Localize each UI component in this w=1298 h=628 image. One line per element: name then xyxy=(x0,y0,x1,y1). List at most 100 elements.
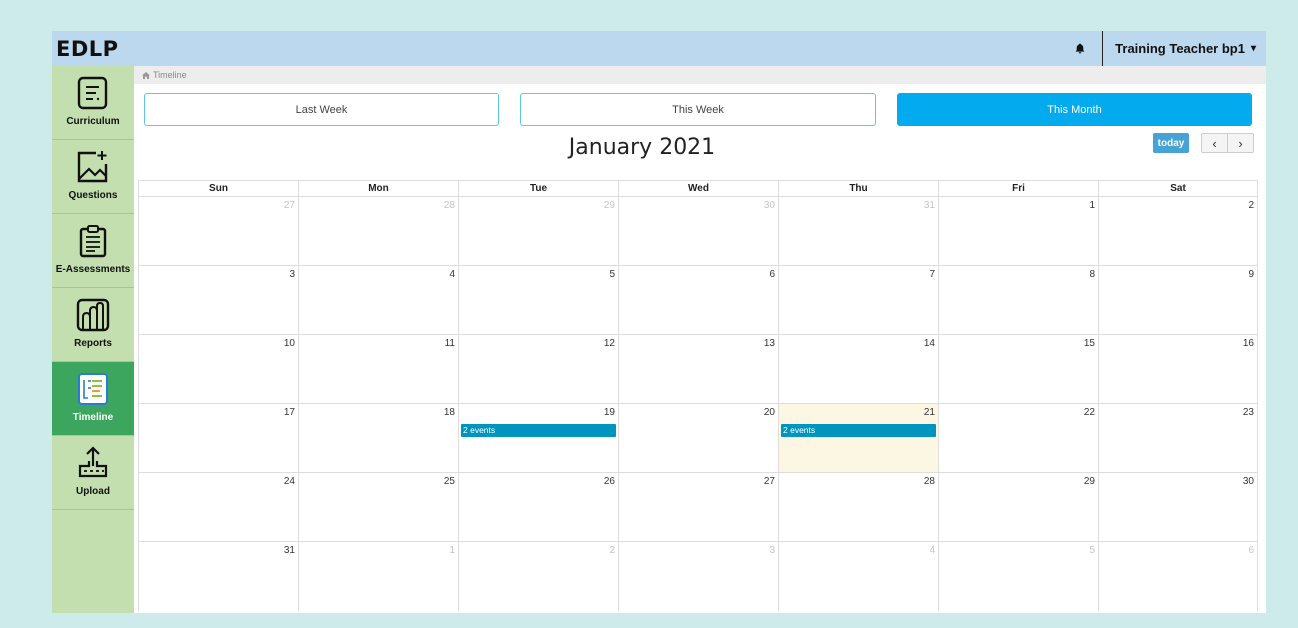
calendar-day-cell[interactable]: 5 xyxy=(458,266,618,334)
calendar-day-cell[interactable]: 13 xyxy=(618,335,778,403)
calendar-day-cell[interactable]: 25 xyxy=(298,473,458,541)
calendar-day-cell[interactable]: 26 xyxy=(458,473,618,541)
calendar-day-cell[interactable]: 31 xyxy=(138,542,298,611)
day-number[interactable]: 21 xyxy=(924,407,935,418)
calendar-day-cell[interactable]: 6 xyxy=(618,266,778,334)
calendar-day-cell[interactable]: 31 xyxy=(778,197,938,265)
sidebar-item-e-assessments[interactable]: E-Assessments xyxy=(52,214,134,288)
calendar-day-cell[interactable]: 10 xyxy=(138,335,298,403)
day-number[interactable]: 17 xyxy=(284,407,295,418)
calendar-day-cell[interactable]: 9 xyxy=(1098,266,1258,334)
sidebar-item-reports[interactable]: Reports xyxy=(52,288,134,362)
day-number[interactable]: 28 xyxy=(444,200,455,211)
bell-icon[interactable] xyxy=(1058,31,1102,66)
calendar-day-cell[interactable]: 3 xyxy=(138,266,298,334)
last-week-button[interactable]: Last Week xyxy=(144,93,499,126)
calendar-day-cell[interactable]: 19 2 events xyxy=(458,404,618,472)
calendar-day-cell[interactable]: 23 xyxy=(1098,404,1258,472)
home-icon[interactable] xyxy=(142,71,150,79)
calendar-day-cell[interactable]: 5 xyxy=(938,542,1098,611)
day-number[interactable]: 10 xyxy=(284,338,295,349)
calendar-day-cell[interactable]: 27 xyxy=(138,197,298,265)
day-number[interactable]: 1 xyxy=(1089,200,1095,211)
calendar-day-cell[interactable]: 28 xyxy=(298,197,458,265)
day-number[interactable]: 1 xyxy=(449,545,455,556)
day-number[interactable]: 27 xyxy=(764,476,775,487)
day-number[interactable]: 31 xyxy=(284,545,295,556)
day-number[interactable]: 28 xyxy=(924,476,935,487)
sidebar-item-questions[interactable]: Questions xyxy=(52,140,134,214)
user-menu[interactable]: Training Teacher bp1 ▾ xyxy=(1102,31,1266,66)
sidebar-item-upload[interactable]: Upload xyxy=(52,436,134,510)
calendar-day-cell[interactable]: 4 xyxy=(778,542,938,611)
calendar-day-cell[interactable]: 16 xyxy=(1098,335,1258,403)
today-button[interactable]: today xyxy=(1153,133,1189,153)
calendar-day-cell[interactable]: 28 xyxy=(778,473,938,541)
calendar-day-cell[interactable]: 8 xyxy=(938,266,1098,334)
sidebar-item-timeline[interactable]: Timeline xyxy=(52,362,134,436)
this-week-button[interactable]: This Week xyxy=(520,93,876,126)
day-number[interactable]: 23 xyxy=(1243,407,1254,418)
next-month-button[interactable]: › xyxy=(1227,133,1254,153)
day-number[interactable]: 18 xyxy=(444,407,455,418)
calendar-day-cell[interactable]: 29 xyxy=(458,197,618,265)
day-number[interactable]: 13 xyxy=(764,338,775,349)
this-month-button[interactable]: This Month xyxy=(897,93,1252,126)
calendar-day-cell[interactable]: 22 xyxy=(938,404,1098,472)
calendar-day-cell[interactable]: 7 xyxy=(778,266,938,334)
calendar-day-cell[interactable]: 2 xyxy=(458,542,618,611)
day-number[interactable]: 30 xyxy=(764,200,775,211)
calendar-day-cell[interactable]: 30 xyxy=(1098,473,1258,541)
day-number[interactable]: 6 xyxy=(1248,545,1254,556)
day-number[interactable]: 24 xyxy=(284,476,295,487)
day-number[interactable]: 12 xyxy=(604,338,615,349)
breadcrumb-label[interactable]: Timeline xyxy=(153,70,187,80)
calendar-day-cell[interactable]: 30 xyxy=(618,197,778,265)
day-number[interactable]: 19 xyxy=(604,407,615,418)
app-logo[interactable]: EDLP xyxy=(56,37,119,61)
calendar-day-cell[interactable]: 1 xyxy=(298,542,458,611)
calendar-day-cell[interactable]: 17 xyxy=(138,404,298,472)
calendar-day-cell[interactable]: 20 xyxy=(618,404,778,472)
calendar-day-cell[interactable]: 4 xyxy=(298,266,458,334)
day-number[interactable]: 14 xyxy=(924,338,935,349)
calendar-day-cell[interactable]: 18 xyxy=(298,404,458,472)
calendar-day-cell[interactable]: 1 xyxy=(938,197,1098,265)
day-number[interactable]: 7 xyxy=(929,269,935,280)
day-number[interactable]: 6 xyxy=(769,269,775,280)
day-number[interactable]: 2 xyxy=(609,545,615,556)
day-number[interactable]: 11 xyxy=(445,338,455,349)
calendar-day-cell[interactable]: 6 xyxy=(1098,542,1258,611)
day-number[interactable]: 2 xyxy=(1248,200,1254,211)
calendar-day-cell[interactable]: 24 xyxy=(138,473,298,541)
day-number[interactable]: 30 xyxy=(1243,476,1254,487)
day-number[interactable]: 29 xyxy=(1084,476,1095,487)
calendar-day-cell[interactable]: 15 xyxy=(938,335,1098,403)
day-number[interactable]: 3 xyxy=(289,269,295,280)
calendar-day-cell[interactable]: 29 xyxy=(938,473,1098,541)
day-number[interactable]: 26 xyxy=(604,476,615,487)
sidebar-item-curriculum[interactable]: Curriculum xyxy=(52,66,134,140)
day-number[interactable]: 5 xyxy=(1089,545,1095,556)
calendar-day-cell[interactable]: 21 2 events xyxy=(778,404,938,472)
day-number[interactable]: 4 xyxy=(449,269,455,280)
calendar-day-cell[interactable]: 2 xyxy=(1098,197,1258,265)
day-number[interactable]: 16 xyxy=(1243,338,1254,349)
event-bar[interactable]: 2 events xyxy=(461,424,616,437)
prev-month-button[interactable]: ‹ xyxy=(1201,133,1228,153)
day-number[interactable]: 25 xyxy=(444,476,455,487)
day-number[interactable]: 22 xyxy=(1084,407,1095,418)
day-number[interactable]: 9 xyxy=(1248,269,1254,280)
day-number[interactable]: 20 xyxy=(764,407,775,418)
day-number[interactable]: 8 xyxy=(1089,269,1095,280)
day-number[interactable]: 29 xyxy=(604,200,615,211)
day-number[interactable]: 27 xyxy=(284,200,295,211)
day-number[interactable]: 4 xyxy=(929,545,935,556)
day-number[interactable]: 5 xyxy=(609,269,615,280)
calendar-day-cell[interactable]: 12 xyxy=(458,335,618,403)
calendar-day-cell[interactable]: 3 xyxy=(618,542,778,611)
day-number[interactable]: 15 xyxy=(1084,338,1095,349)
day-number[interactable]: 3 xyxy=(769,545,775,556)
calendar-day-cell[interactable]: 27 xyxy=(618,473,778,541)
day-number[interactable]: 31 xyxy=(924,200,935,211)
